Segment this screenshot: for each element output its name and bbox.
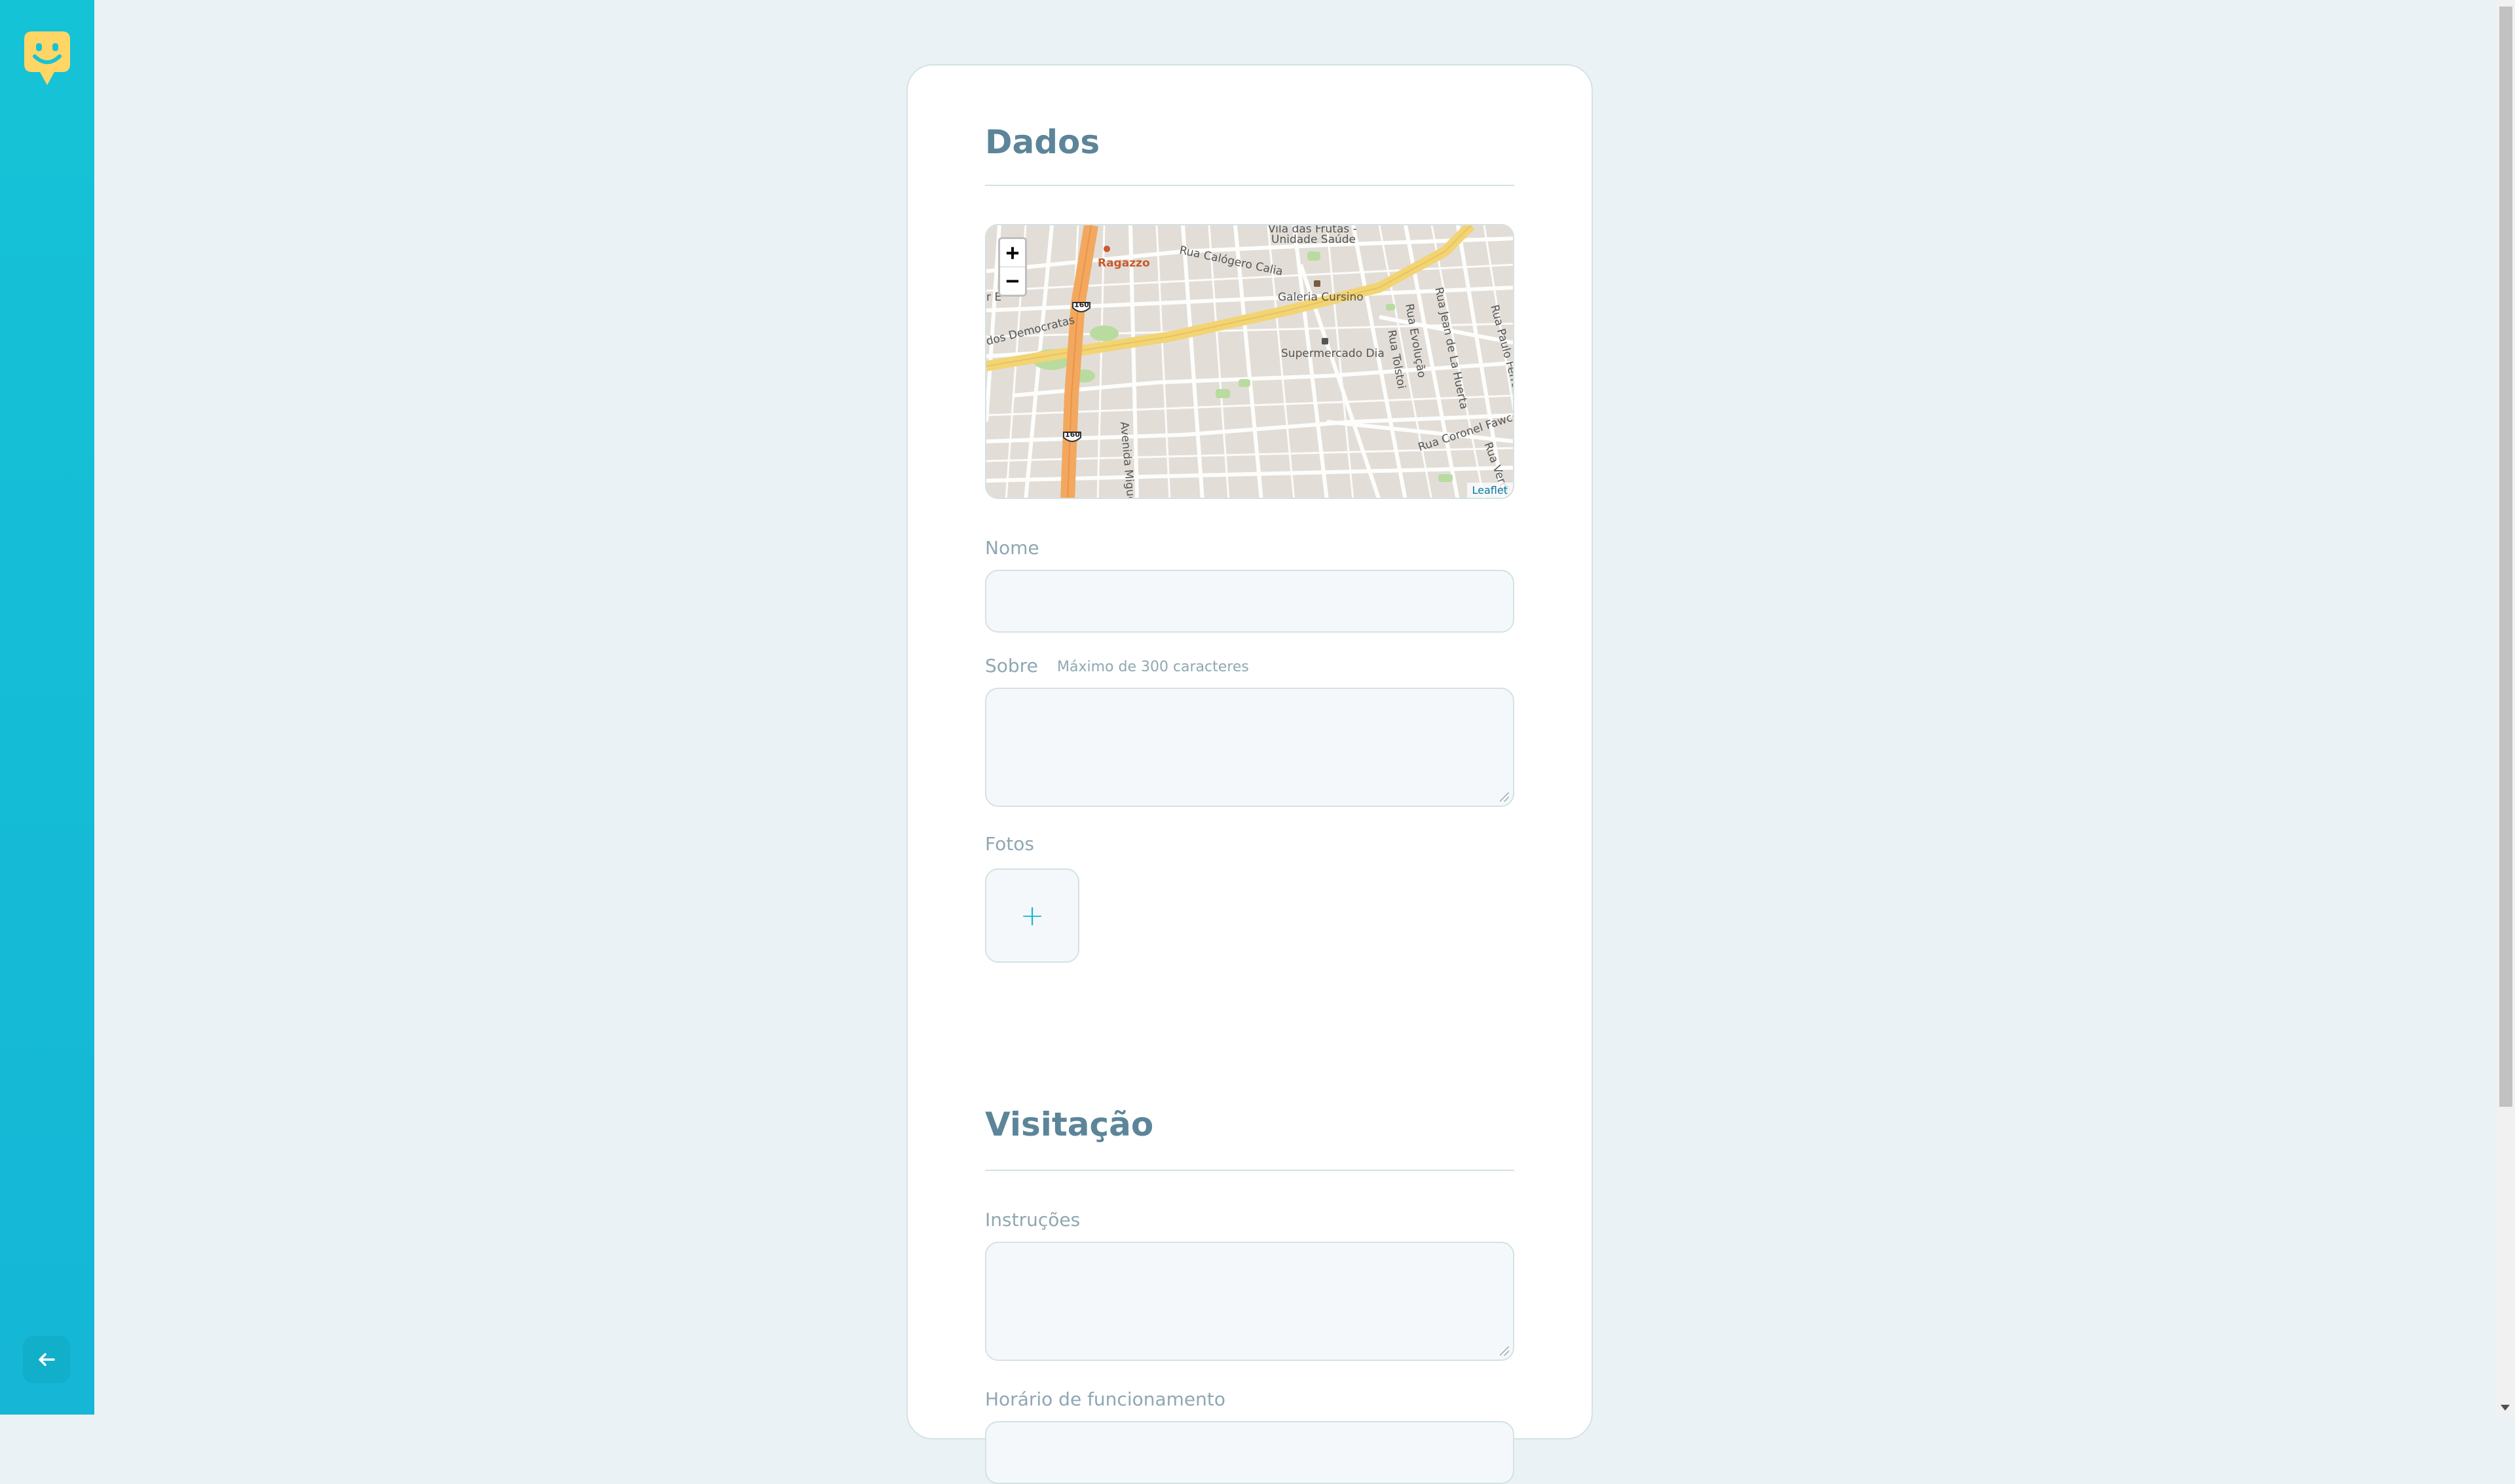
divider: [985, 1170, 1514, 1171]
leaflet-attribution-link[interactable]: Leaflet: [1466, 483, 1513, 498]
about-textarea[interactable]: [985, 688, 1514, 807]
section-title-dados: Dados: [985, 123, 1100, 161]
opening-hours-input[interactable]: [985, 1421, 1514, 1484]
opening-hours-label: Horário de funcionamento: [985, 1388, 1225, 1410]
map-label: Ragazzo: [1098, 257, 1150, 270]
photos-label: Fotos: [985, 833, 1034, 855]
route-number: 160: [1074, 301, 1089, 309]
scroll-down-arrow-icon[interactable]: [2501, 1405, 2510, 1411]
instructions-textarea[interactable]: [985, 1242, 1514, 1361]
happy-face-marker-icon: [24, 31, 70, 85]
about-hint: Máximo de 300 caracteres: [1057, 659, 1249, 675]
about-label: Sobre: [985, 655, 1038, 677]
map-label: Galeria Cursino: [1278, 291, 1364, 304]
divider: [985, 185, 1514, 186]
resize-handle[interactable]: [1500, 792, 1509, 802]
sidebar: [0, 0, 94, 1415]
scrollbar-thumb[interactable]: [2499, 7, 2512, 1107]
instructions-label: Instruções: [985, 1209, 1081, 1231]
arrow-left-icon: [39, 1353, 55, 1366]
name-label: Nome: [985, 537, 1039, 559]
resize-handle[interactable]: [1500, 1346, 1509, 1356]
plus-icon: +: [1020, 899, 1045, 933]
map-label: Supermercado Dia: [1281, 347, 1385, 360]
location-map[interactable]: Ragazzo Vila das Frutas - Unidade Saúde …: [985, 224, 1514, 499]
zoom-out-button[interactable]: −: [1000, 267, 1025, 295]
name-input[interactable]: [985, 570, 1514, 633]
zoom-in-button[interactable]: +: [1000, 239, 1025, 267]
back-button[interactable]: [23, 1336, 70, 1383]
page-scrollbar[interactable]: [2497, 0, 2515, 1415]
add-photo-button[interactable]: +: [985, 868, 1079, 963]
section-title-visitacao: Visitação: [985, 1105, 1154, 1143]
route-number: 160: [1065, 430, 1080, 439]
create-form-card: Dados Ragazzo Vila das Frutas - Unidade …: [906, 64, 1593, 1484]
map-zoom-control: + −: [998, 237, 1027, 297]
map-label: Unidade Saúde: [1271, 233, 1356, 246]
